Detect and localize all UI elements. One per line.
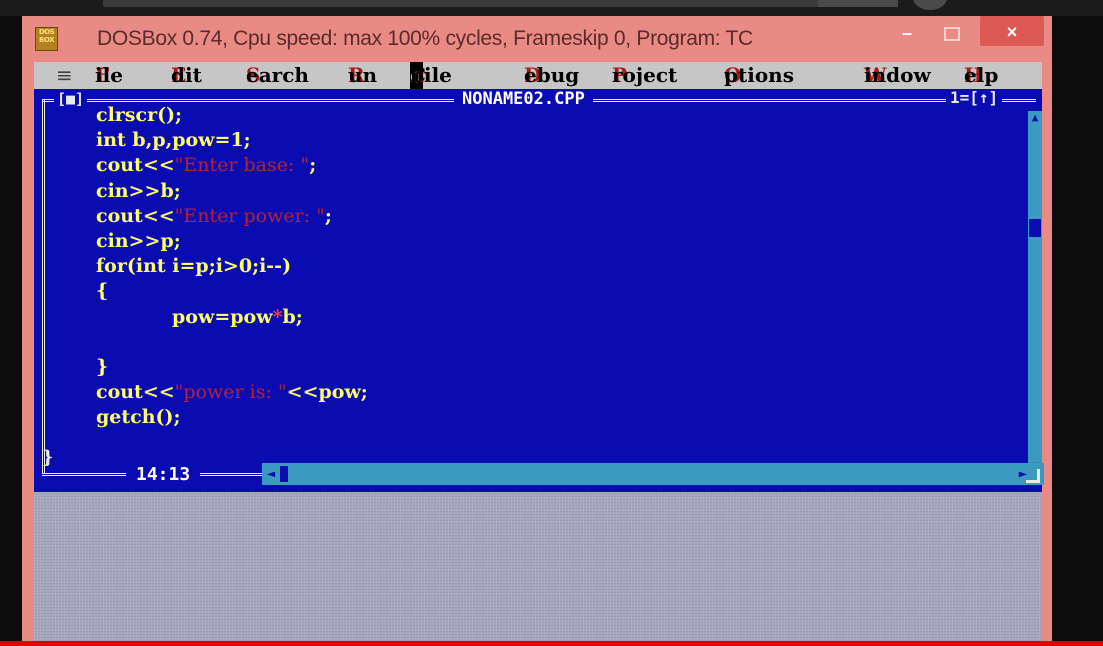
editor-filename: NONAME02.CPP (454, 89, 593, 109)
resize-corner[interactable] (1026, 469, 1040, 483)
code-line: getch(); (96, 406, 181, 429)
close-button[interactable]: × (980, 16, 1044, 46)
closing-brace: } (42, 447, 54, 468)
code-line: cin>>b; (96, 179, 181, 202)
top-strip (0, 0, 1103, 16)
code-area[interactable]: clrscr(); int b,p,pow=1; cout<<"Enter ba… (96, 103, 368, 430)
code-line: cout<<"Enter power: "; (96, 204, 332, 227)
maximize-button[interactable] (935, 20, 969, 48)
string-literal: "Enter base: " (174, 154, 310, 177)
dosbox-icon[interactable]: DOS BOX (35, 27, 58, 51)
window-number-zoom[interactable]: 1=[↑] (946, 89, 1003, 107)
window-title: DOSBox 0.74, Cpu speed: max 100% cycles,… (97, 27, 753, 50)
horizontal-scroll-thumb[interactable] (280, 466, 288, 482)
menu-bar: ≡ File Edit Search Run Compile Debug Pro… (34, 62, 1042, 89)
code-line: } (96, 355, 109, 378)
video-progress-bar[interactable] (0, 641, 1103, 646)
code-line: clrscr(); (96, 104, 183, 126)
vertical-scrollbar[interactable]: ▲ ▼ (1028, 111, 1042, 473)
frame-left (42, 99, 45, 473)
minimize-button[interactable]: – (890, 20, 924, 48)
top-bar (103, 0, 818, 7)
dos-screen: ≡ File Edit Search Run Compile Debug Pro… (34, 62, 1044, 641)
maximize-icon (944, 27, 960, 41)
dosbox-window: DOS BOX DOSBox 0.74, Cpu speed: max 100%… (22, 16, 1052, 641)
code-line: cin>>p; (96, 229, 181, 252)
title-bar[interactable]: DOS BOX DOSBox 0.74, Cpu speed: max 100%… (22, 16, 1052, 62)
code-line: { (96, 280, 109, 303)
horizontal-scrollbar[interactable]: ◄ ► (262, 463, 1044, 485)
cursor-position: 14:13 (126, 465, 201, 485)
top-bar-end (818, 0, 898, 7)
vertical-scroll-thumb[interactable] (1029, 219, 1041, 237)
code-line: for(int i=p;i>0;i--) (96, 255, 292, 278)
code-line: int b,p,pow=1; (96, 129, 251, 152)
system-menu-icon[interactable]: ≡ (56, 62, 73, 89)
code-line: cout<<"power is: "<<pow; (96, 381, 368, 404)
string-literal: "Enter power: " (174, 204, 325, 227)
top-circle (913, 0, 947, 10)
scroll-up-icon[interactable]: ▲ (1028, 111, 1042, 125)
code-line: cout<<"Enter base: "; (96, 154, 317, 177)
string-literal: "power is: " (174, 381, 287, 404)
editor-close-box[interactable]: [■] (54, 91, 88, 107)
code-line: pow=pow*b; (172, 305, 303, 328)
desktop-area (34, 492, 1042, 641)
scroll-left-icon[interactable]: ◄ (262, 463, 280, 485)
editor-window[interactable]: [■] NONAME02.CPP 1=[↑] ▲ ▼ clrscr(); int… (34, 89, 1044, 492)
